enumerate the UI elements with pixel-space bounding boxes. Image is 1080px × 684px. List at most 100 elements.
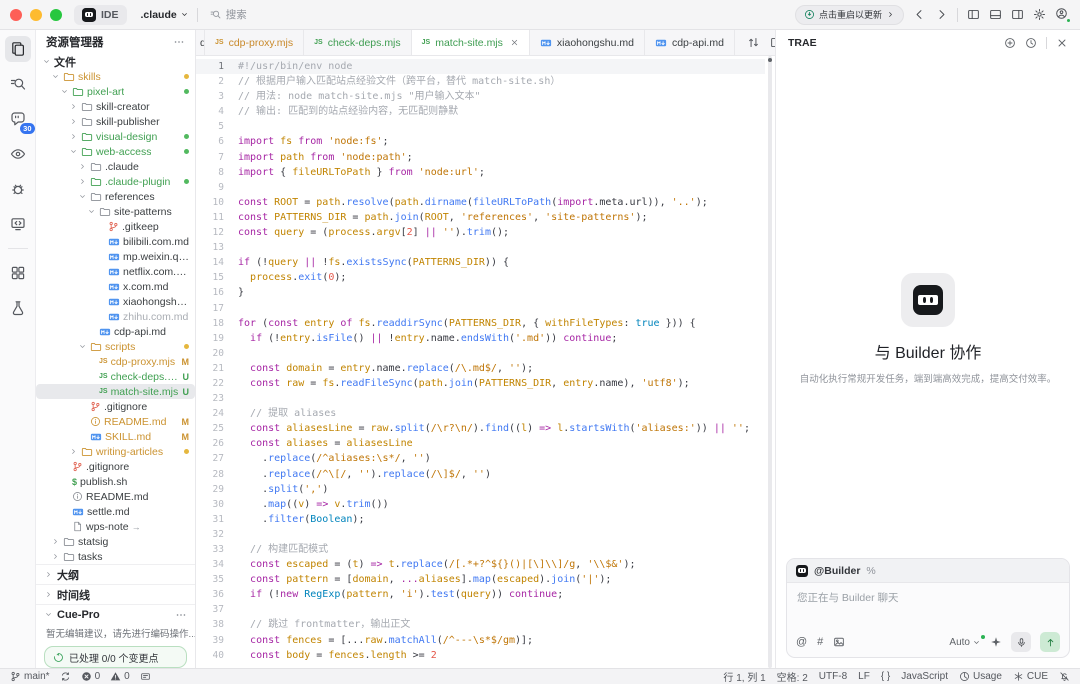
timeline-section[interactable]: 时间线 [36,584,195,604]
tree-item-README.md[interactable]: README.md [36,489,195,504]
activity-chat[interactable]: 30 [5,106,31,132]
toggle-right-panel-button[interactable] [1011,8,1024,21]
tree-item-netflix.com.md[interactable]: netflix.com.md [36,264,195,279]
chat-context-bar[interactable]: @Builder % [787,559,1069,583]
tree-item-x.com.md[interactable]: x.com.md [36,279,195,294]
tree-item-cdp-api.md[interactable]: cdp-api.md [36,324,195,339]
activity-debug[interactable] [5,176,31,202]
gear-icon[interactable] [1033,8,1046,21]
tree-item-.claude[interactable]: .claude [36,159,195,174]
tree-item-skills[interactable]: skills [36,69,195,84]
close-panel-icon[interactable] [1056,37,1068,49]
tree-item-.claude-plugin[interactable]: .claude-plugin [36,174,195,189]
app-badge[interactable]: IDE [74,5,127,25]
back-button[interactable] [913,8,926,21]
status--2[interactable]: 空格: 2 [777,669,808,684]
tree-item-writing-articles[interactable]: writing-articles [36,444,195,459]
tree-item-xiaohongshu.md[interactable]: xiaohongshu.md [36,294,195,309]
activity-explorer[interactable] [5,36,31,62]
tree-item-publish.sh[interactable]: $publish.sh [36,474,195,489]
tree-item-zhihu.com.md[interactable]: zhihu.com.md [36,309,195,324]
tab-xiaohongshu.md[interactable]: xiaohongshu.md [530,30,645,55]
tree-item-mp.weixin.qq.com.md[interactable]: mp.weixin.qq.com.md [36,249,195,264]
tree-item-bilibili.com.md[interactable]: bilibili.com.md [36,234,195,249]
activity-preview[interactable] [5,141,31,167]
activity-extensions[interactable] [5,260,31,286]
new-chat-icon[interactable] [1004,37,1016,49]
status-bellOff[interactable] [1059,671,1070,682]
restart-update-button[interactable]: 点击重启以更新 [795,5,904,25]
tree-item-文件[interactable]: 文件 [36,54,195,69]
more-actions-icon[interactable] [175,609,187,621]
outline-section[interactable]: 大纲 [36,564,195,584]
tree-item-.gitignore[interactable]: .gitignore [36,399,195,414]
history-icon[interactable] [1025,37,1037,49]
code-editor[interactable]: 1#!/usr/bin/env node2// 根据用户输入匹配站点经验文件（跨… [196,56,775,668]
activity-remote-preview[interactable] [5,211,31,237]
tree-item-cdp-proxy.mjs[interactable]: JScdp-proxy.mjsM [36,354,195,369]
tree-item-visual-design[interactable]: visual-design [36,129,195,144]
tree-item-settle.md[interactable]: settle.md [36,504,195,519]
tree-item-pixel-art[interactable]: pixel-art [36,84,195,99]
tree-item-wps-note[interactable]: wps-note→ [36,519,195,534]
mention-button[interactable]: @ [796,636,807,648]
tree-item-web-access[interactable]: web-access [36,144,195,159]
context-tag-button[interactable]: # [817,636,823,648]
tree-item-site-patterns[interactable]: site-patterns [36,204,195,219]
more-actions-icon[interactable] [173,36,185,48]
mic-button[interactable] [1011,632,1031,652]
close-tab-icon[interactable] [510,38,519,47]
mode-selector[interactable]: Auto [949,637,981,648]
sparkle-icon[interactable] [990,636,1002,648]
status-sync[interactable] [60,671,71,682]
tree-item-statsig[interactable]: statsig [36,534,195,549]
status-ports[interactable] [140,671,151,682]
tree-item-skill-creator[interactable]: skill-creator [36,99,195,114]
forward-button[interactable] [935,8,948,21]
zoom-window-button[interactable] [50,9,62,21]
tree-item-references[interactable]: references [36,189,195,204]
code-line-33: 33 // 构建匹配模式 [196,542,765,557]
status-lf[interactable]: LF [858,671,870,682]
tree-item-scripts[interactable]: scripts [36,339,195,354]
tree-item-.gitkeep[interactable]: .gitkeep [36,219,195,234]
tab-cdp-api.md[interactable]: cdp-api.md [645,30,735,55]
toggle-left-panel-button[interactable] [967,8,980,21]
tab-match-site.mjs[interactable]: JSmatch-site.mjs [412,30,530,55]
cuepro-section[interactable]: Cue-Pro [36,604,195,624]
status-javascript[interactable]: JavaScript [901,671,948,682]
activity-search[interactable] [5,71,31,97]
chat-toolbar: @ # Auto [787,627,1069,657]
status-cue[interactable]: CUE [1013,671,1048,682]
status-utf-8[interactable]: UTF-8 [819,671,847,682]
tree-item-SKILL.md[interactable]: SKILL.mdM [36,429,195,444]
editor-scrollbar[interactable] [768,56,772,668]
status-0[interactable]: 0 [110,671,130,682]
tree-item-skill-publisher[interactable]: skill-publisher [36,114,195,129]
tree-item-tasks[interactable]: tasks [36,549,195,564]
account-avatar[interactable] [1055,7,1070,22]
status-0[interactable]: 0 [81,671,101,682]
tree-item-check-deps.mjs[interactable]: JScheck-deps.mjsU [36,369,195,384]
tab-check-deps.mjs[interactable]: JScheck-deps.mjs [304,30,412,55]
toggle-bottom-panel-button[interactable] [989,8,1002,21]
activity-test[interactable] [5,295,31,321]
tab-d[interactable]: d [196,30,205,55]
close-window-button[interactable] [10,9,22,21]
status-main-[interactable]: main* [10,671,50,682]
cuepro-status-pill[interactable]: 已处理 0/0 个变更点 [44,646,187,668]
chat-input[interactable]: 您正在与 Builder 聊天 [787,583,1069,627]
tree-item-README.md[interactable]: README.mdM [36,414,195,429]
minimize-window-button[interactable] [30,9,42,21]
project-selector[interactable]: .claude [141,9,189,21]
send-button[interactable] [1040,632,1060,652]
tab-cdp-proxy.mjs[interactable]: JScdp-proxy.mjs [205,30,304,55]
status--[interactable]: { } [881,671,890,682]
status-usage[interactable]: Usage [959,671,1002,682]
global-search[interactable]: 搜索 [210,7,247,22]
status--1-1[interactable]: 行 1, 列 1 [723,669,765,684]
tree-item-.gitignore[interactable]: .gitignore [36,459,195,474]
image-icon[interactable] [833,636,845,648]
open-changes-icon[interactable] [747,36,760,49]
tree-item-match-site.mjs[interactable]: JSmatch-site.mjsU [36,384,195,399]
